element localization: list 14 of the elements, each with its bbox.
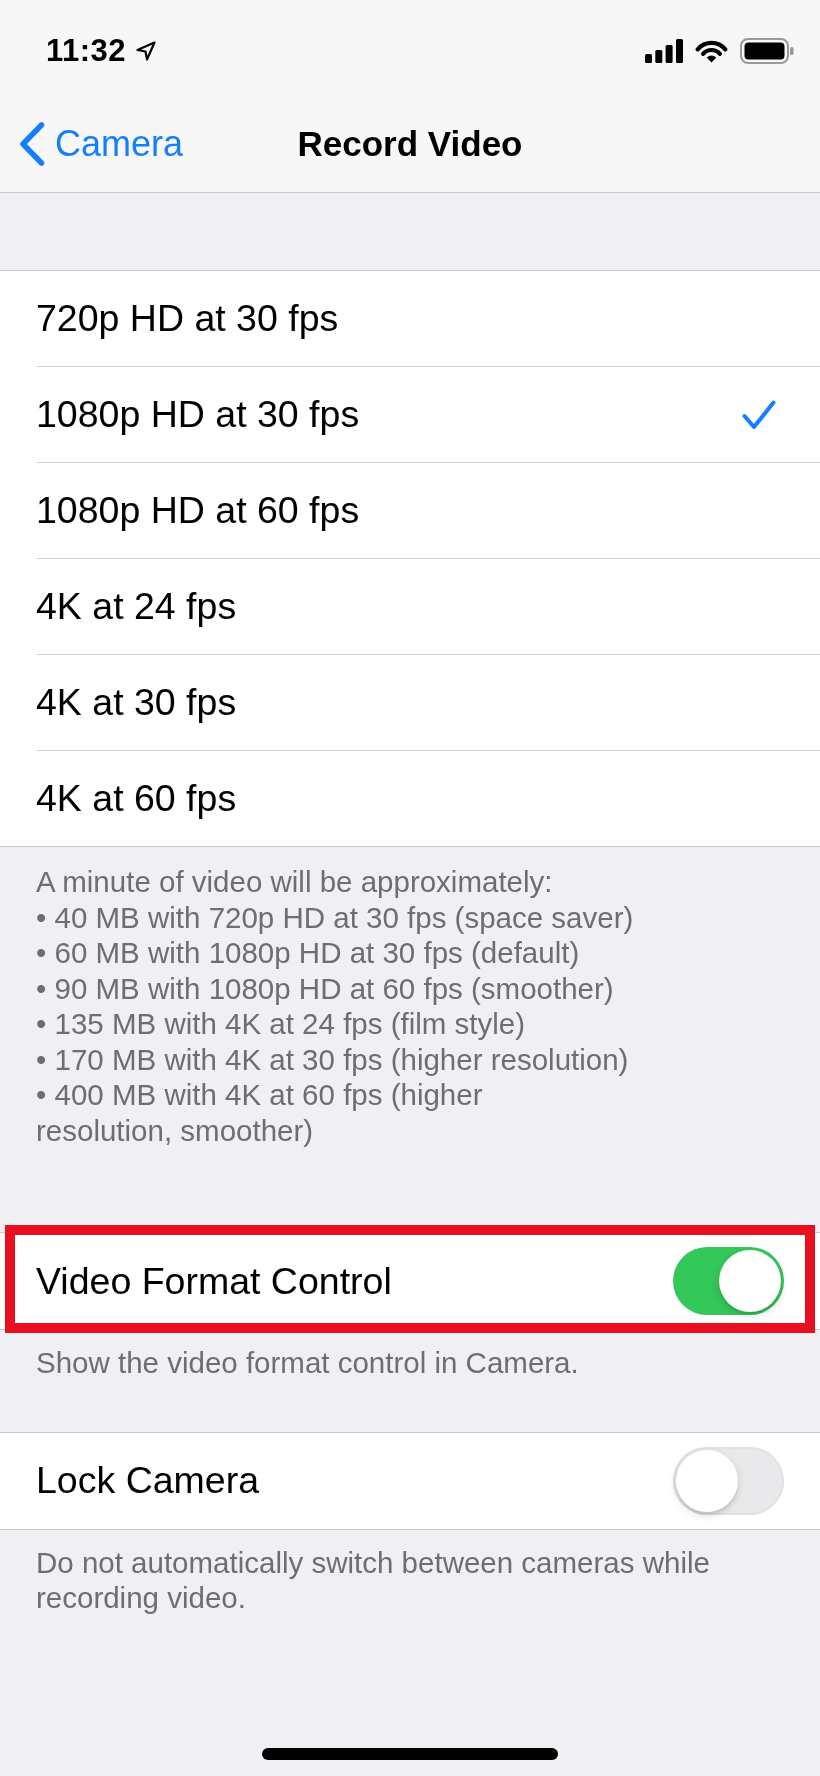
signal-icon [645,39,683,63]
setting-label: Video Format Control [36,1259,392,1303]
wifi-icon [695,39,728,63]
back-button[interactable]: Camera [0,122,184,166]
toggle-switch[interactable] [673,1247,784,1315]
setting-label: Lock Camera [36,1459,259,1502]
battery-icon [740,38,794,64]
page-title: Record Video [297,124,523,164]
section-footer: Show the video format control in Camera. [0,1330,820,1381]
section-footer: Do not automatically switch between cameras while recording video. [0,1529,820,1616]
section-footer: A minute of video will be approximately: • 40 MB with 720p HD at 30 fps (space saver) • 60 MB with 1080p HD at 30 fps (default) • 90 MB with 1080p HD at 60 fps (smoother) • 135 MB with 4K at 24 fps (film style) • 170 MB with 4K at 30 fps (higher resolution) • 400 MB with 4K at 60 fps (higher resolution, smoother) [0,847,820,1181]
status-time: 11:32 [46,33,127,69]
chevron-left-icon [19,122,45,166]
location-arrow-icon [136,41,157,61]
